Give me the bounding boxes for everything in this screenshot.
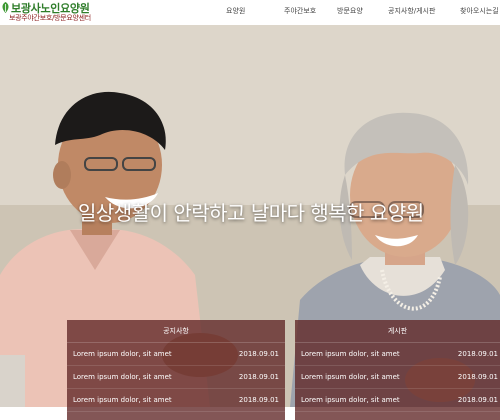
free-board-row[interactable]: Lorem ipsum dolor, sit amet 2018.09.01: [295, 389, 500, 412]
notice-row[interactable]: Lorem ipsum dolor, sit amet 2018.09.01: [67, 343, 285, 366]
notice-row[interactable]: Lorem ipsum dolor, sit amet 2018.09.01: [67, 389, 285, 412]
free-board-row-title: Lorem ipsum dolor, sit amet: [301, 373, 400, 381]
notice-board-title[interactable]: 공지사항: [67, 320, 285, 343]
main-nav: 요양원 주야간보호 방문요양 공지사항/게시판 찾아오시는길: [0, 0, 500, 25]
notice-row-date: 2018.09.01: [238, 396, 279, 404]
notice-row-title: Lorem ipsum dolor, sit amet: [73, 396, 172, 404]
free-board-row[interactable]: Lorem ipsum dolor, sit amet 2018.09.01: [295, 343, 500, 366]
free-board-row-date: 2018.09.01: [457, 350, 498, 358]
notice-row-title: Lorem ipsum dolor, sit amet: [73, 373, 172, 381]
notice-board-panel: 공지사항 Lorem ipsum dolor, sit amet 2018.09…: [67, 320, 285, 420]
nav-item-home-care[interactable]: 방문요양: [337, 6, 363, 16]
free-board-panel: 게시판 Lorem ipsum dolor, sit amet 2018.09.…: [295, 320, 500, 420]
notice-row-title: Lorem ipsum dolor, sit amet: [73, 350, 172, 358]
free-board-row-title: Lorem ipsum dolor, sit amet: [301, 350, 400, 358]
free-board-title[interactable]: 게시판: [295, 320, 500, 343]
nav-item-notice-board[interactable]: 공지사항/게시판: [388, 6, 435, 16]
site-header: 보광사노인요양원 보광주야간보호/방문요양센터 요양원 주야간보호 방문요양 공…: [0, 0, 500, 25]
hero-slogan: 일상생활이 안락하고 날마다 행복한 요양원: [78, 201, 424, 225]
free-board-row-date: 2018.09.01: [457, 396, 498, 404]
free-board-row-title: Lorem ipsum dolor, sit amet: [301, 396, 400, 404]
notice-row-date: 2018.09.01: [238, 373, 279, 381]
notice-row[interactable]: Lorem ipsum dolor, sit amet 2018.09.01: [67, 366, 285, 389]
free-board-row[interactable]: Lorem ipsum dolor, sit amet 2018.09.01: [295, 366, 500, 389]
nav-item-nursing-home[interactable]: 요양원: [226, 6, 245, 16]
free-board-row-date: 2018.09.01: [457, 373, 498, 381]
notice-row-date: 2018.09.01: [238, 350, 279, 358]
nav-item-directions[interactable]: 찾아오시는길: [460, 6, 499, 16]
nav-item-day-care[interactable]: 주야간보호: [284, 6, 316, 16]
